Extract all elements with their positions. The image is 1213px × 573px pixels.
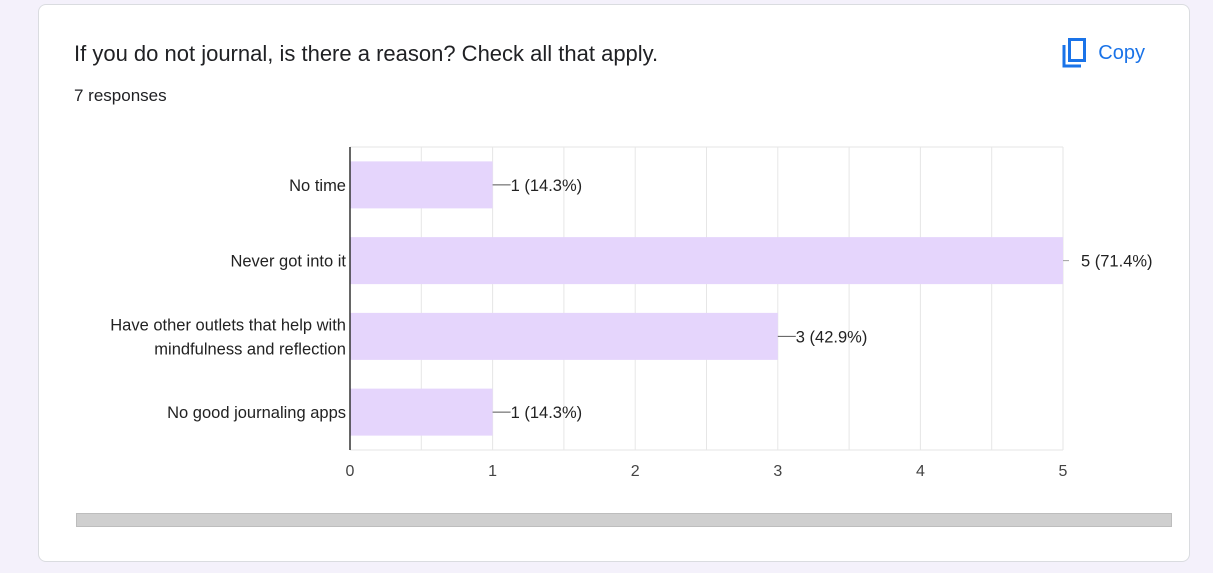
x-tick-label: 5 [1059,463,1068,480]
category-label: mindfulness and reflection [154,340,346,358]
horizontal-scrollbar[interactable] [76,513,1172,527]
bar [350,161,493,209]
category-label: No time [289,177,346,195]
category-label: Have other outlets that help with [110,316,346,334]
x-tick-label: 3 [773,463,782,480]
x-tick-label: 2 [631,463,640,480]
category-label: Never got into it [230,253,346,271]
bar [350,237,1063,285]
bar [350,388,493,436]
bar-chart: No time 1 (14.3%) Never got into it 5 (71.4… [110,146,1153,480]
data-label: 5 (71.4%) [1081,253,1153,271]
bar [350,312,778,360]
data-label: 1 (14.3%) [511,404,583,422]
question-card: If you do not journal, is there a reason… [38,4,1190,562]
category-label: No good journaling apps [167,404,346,422]
data-label: 1 (14.3%) [511,177,583,195]
x-tick-label: 4 [916,463,925,480]
data-label: 3 (42.9%) [796,328,868,346]
x-tick-label: 1 [488,463,497,480]
x-tick-label: 0 [346,463,355,480]
